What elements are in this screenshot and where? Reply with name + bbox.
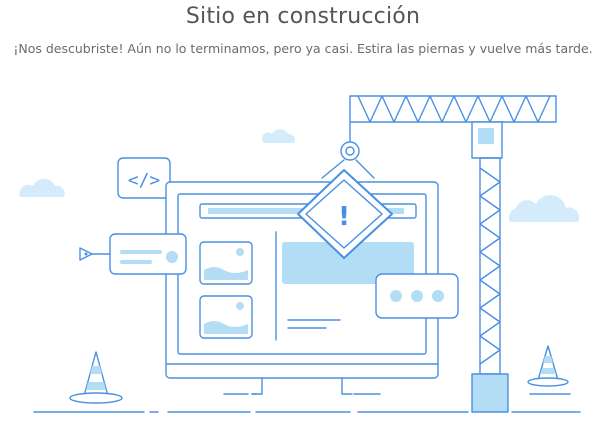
- traffic-cone-icon: [527, 345, 569, 387]
- image-placeholder-icon: [199, 295, 253, 339]
- svg-text:!: !: [338, 202, 350, 232]
- traffic-cone-icon: [69, 351, 123, 404]
- construction-illustration: </> !: [19, 95, 581, 413]
- chat-bubble-icon: [375, 273, 459, 319]
- cloud-icon: [508, 195, 580, 222]
- cloud-icon: [261, 129, 295, 143]
- svg-text:</>: </>: [128, 170, 161, 191]
- image-placeholder-icon: [199, 241, 253, 285]
- pen-tool-icon: [79, 233, 187, 275]
- code-tag-icon: </>: [117, 157, 171, 199]
- cloud-icon: [19, 178, 65, 197]
